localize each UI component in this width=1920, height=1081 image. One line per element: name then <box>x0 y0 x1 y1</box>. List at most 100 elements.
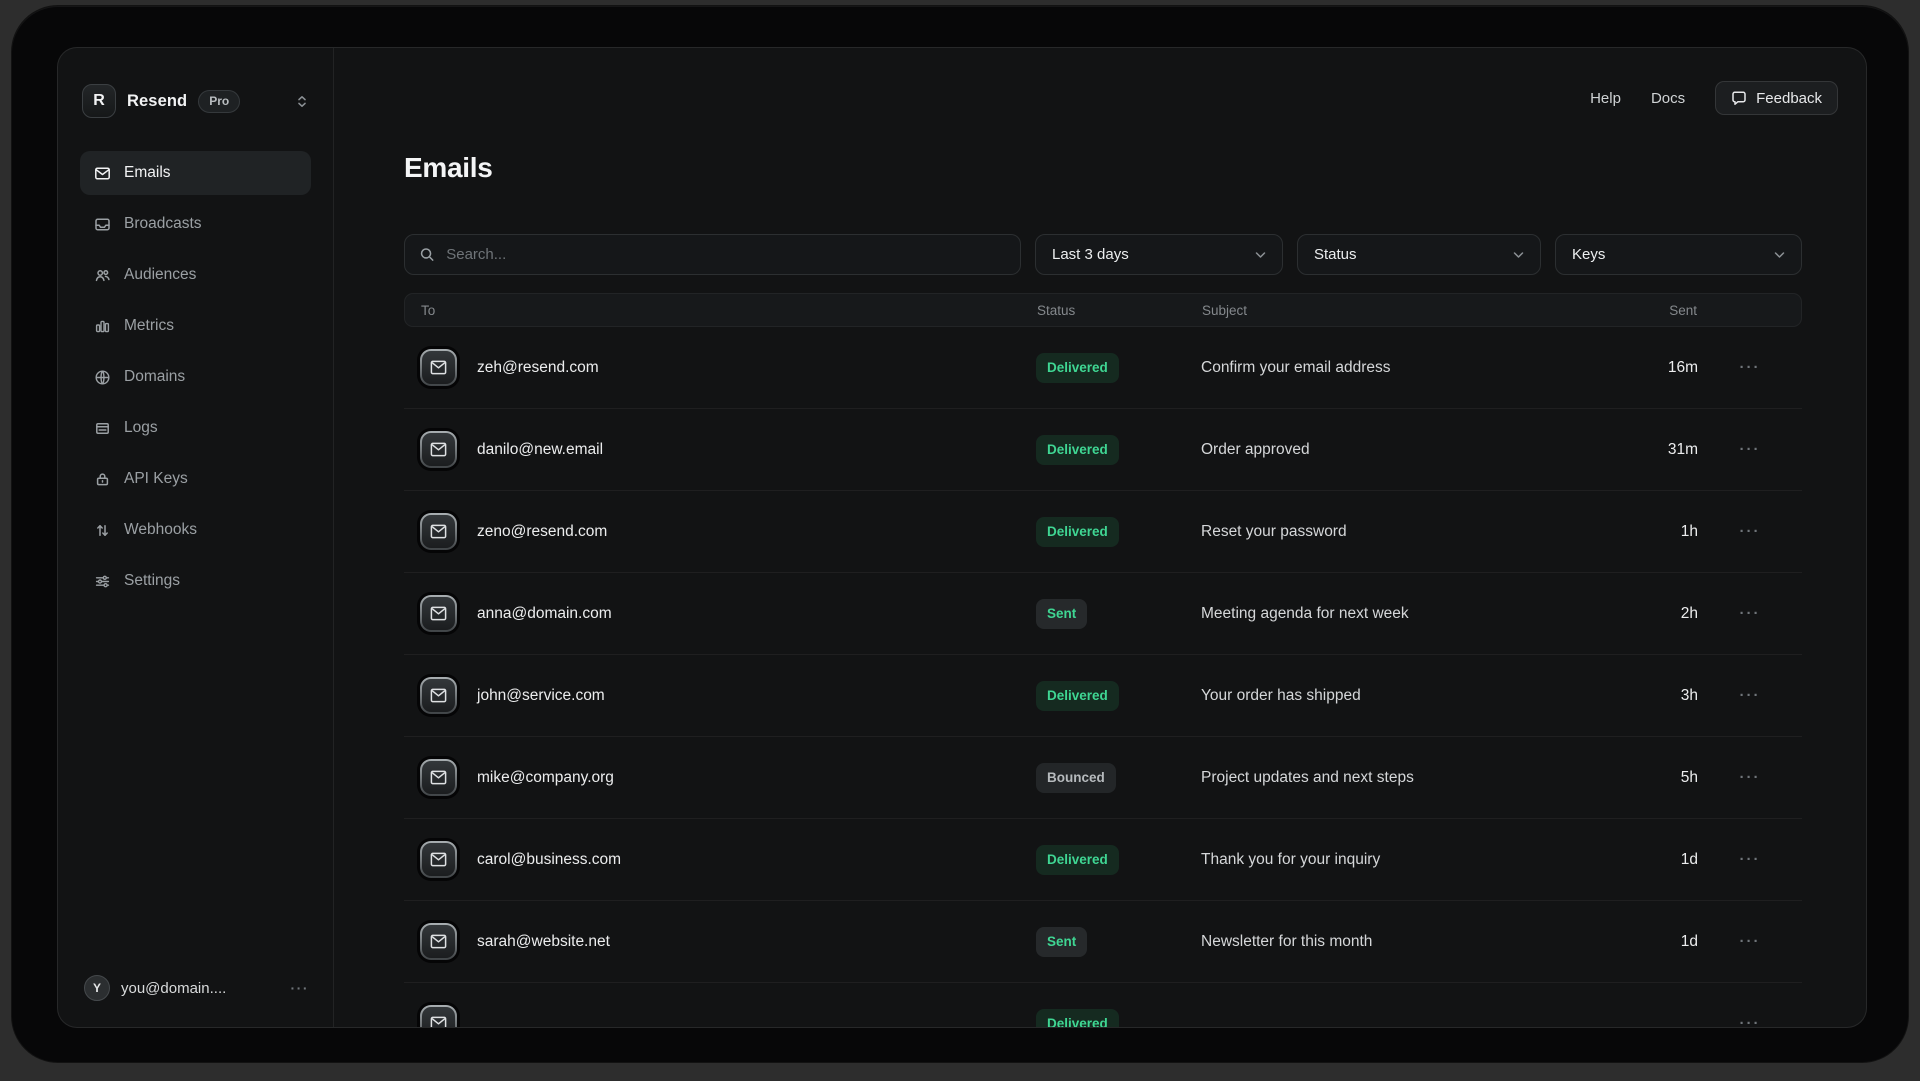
status-dropdown[interactable]: Status <box>1297 234 1541 275</box>
cell-to <box>404 1005 1036 1028</box>
sidebar-item-audiences[interactable]: Audiences <box>80 253 311 297</box>
chevron-up-down-icon[interactable] <box>295 94 309 109</box>
mail-tile-icon <box>420 1005 457 1028</box>
sidebar-item-broadcasts[interactable]: Broadcasts <box>80 202 311 246</box>
avatar-initial: Y <box>93 981 101 995</box>
table-row[interactable]: danilo@new.email Delivered Order approve… <box>404 409 1802 491</box>
cell-to: john@service.com <box>404 677 1036 714</box>
table-row[interactable]: zeh@resend.com Delivered Confirm your em… <box>404 327 1802 409</box>
sent-time: 1h <box>1588 523 1698 541</box>
lock-icon <box>94 471 111 488</box>
sent-time: 1d <box>1588 933 1698 951</box>
chevron-down-icon <box>1774 251 1785 259</box>
bar-chart-icon <box>94 318 111 335</box>
cell-to: anna@domain.com <box>404 595 1036 632</box>
user-menu[interactable]: Y you@domain.... ··· <box>84 975 309 1001</box>
users-icon <box>94 267 111 284</box>
topbar: Help Docs Feedback <box>1590 81 1838 115</box>
sidebar-item-label: Broadcasts <box>124 215 202 233</box>
email-subject: Newsletter for this month <box>1201 933 1588 951</box>
status-badge: Delivered <box>1036 517 1119 547</box>
row-more-icon[interactable]: ··· <box>1698 441 1802 458</box>
email-table-body: zeh@resend.com Delivered Confirm your em… <box>404 327 1802 1028</box>
sent-time: 16m <box>1588 359 1698 377</box>
emails-table: To Status Subject Sent zeh@resend.com De… <box>404 293 1802 1028</box>
mail-tile-icon <box>420 841 457 878</box>
sliders-icon <box>94 573 111 590</box>
table-row[interactable]: carol@business.com Delivered Thank you f… <box>404 819 1802 901</box>
page-title: Emails <box>404 152 1802 184</box>
cell-status: Delivered <box>1036 681 1201 711</box>
row-more-icon[interactable]: ··· <box>1698 523 1802 540</box>
date-range-value: Last 3 days <box>1052 246 1129 263</box>
status-value: Status <box>1314 246 1357 263</box>
row-more-icon[interactable]: ··· <box>1698 359 1802 376</box>
sidebar-item-domains[interactable]: Domains <box>80 355 311 399</box>
row-more-icon[interactable]: ··· <box>1698 687 1802 704</box>
row-more-icon[interactable]: ··· <box>1698 769 1802 786</box>
table-row[interactable]: mike@company.org Bounced Project updates… <box>404 737 1802 819</box>
column-header-sent: Sent <box>1587 303 1697 318</box>
table-row[interactable]: Delivered ··· <box>404 983 1802 1028</box>
mail-tile-icon <box>420 923 457 960</box>
recipient-email: mike@company.org <box>477 769 614 787</box>
search-input-wrapper[interactable] <box>404 234 1021 275</box>
status-badge: Sent <box>1036 599 1087 629</box>
cell-status: Delivered <box>1036 517 1201 547</box>
sent-time: 31m <box>1588 441 1698 459</box>
recipient-email: sarah@website.net <box>477 933 610 951</box>
row-more-icon[interactable]: ··· <box>1698 851 1802 868</box>
cell-to: zeno@resend.com <box>404 513 1036 550</box>
docs-link[interactable]: Docs <box>1651 90 1685 107</box>
cell-status: Sent <box>1036 599 1201 629</box>
recipient-email: danilo@new.email <box>477 441 603 459</box>
globe-icon <box>94 369 111 386</box>
sidebar-item-api-keys[interactable]: API Keys <box>80 457 311 501</box>
cell-to: danilo@new.email <box>404 431 1036 468</box>
cell-status: Sent <box>1036 927 1201 957</box>
help-link[interactable]: Help <box>1590 90 1621 107</box>
date-range-dropdown[interactable]: Last 3 days <box>1035 234 1283 275</box>
sidebar-item-webhooks[interactable]: Webhooks <box>80 508 311 552</box>
status-badge: Delivered <box>1036 681 1119 711</box>
recipient-email: zeno@resend.com <box>477 523 607 541</box>
sidebar-item-settings[interactable]: Settings <box>80 559 311 603</box>
sidebar-item-logs[interactable]: Logs <box>80 406 311 450</box>
recipient-email: john@service.com <box>477 687 605 705</box>
mail-tile-icon <box>420 595 457 632</box>
cell-status: Delivered <box>1036 845 1201 875</box>
table-row[interactable]: anna@domain.com Sent Meeting agenda for … <box>404 573 1802 655</box>
sidebar-item-label: Logs <box>124 419 158 437</box>
cell-status: Bounced <box>1036 763 1201 793</box>
table-row[interactable]: zeno@resend.com Delivered Reset your pas… <box>404 491 1802 573</box>
keys-dropdown[interactable]: Keys <box>1555 234 1802 275</box>
arrows-up-down-icon <box>94 522 111 539</box>
row-more-icon[interactable]: ··· <box>1698 605 1802 622</box>
table-row[interactable]: sarah@website.net Sent Newsletter for th… <box>404 901 1802 983</box>
app-panel: R Resend Pro Emails Broadcasts A <box>57 47 1867 1028</box>
workspace-name: Resend <box>127 92 187 111</box>
mail-tile-icon <box>420 513 457 550</box>
table-row[interactable]: john@service.com Delivered Your order ha… <box>404 655 1802 737</box>
sidebar-item-label: Domains <box>124 368 185 386</box>
email-subject: Confirm your email address <box>1201 359 1588 377</box>
feedback-button[interactable]: Feedback <box>1715 81 1838 115</box>
cell-status: Delivered <box>1036 1009 1201 1029</box>
row-more-icon[interactable]: ··· <box>1698 1015 1802 1028</box>
filter-bar: Last 3 days Status Keys <box>404 234 1802 275</box>
sidebar-spacer <box>58 610 333 975</box>
sidebar-item-label: API Keys <box>124 470 188 488</box>
workspace-switcher[interactable]: R Resend Pro <box>82 84 313 118</box>
sent-time: 3h <box>1588 687 1698 705</box>
row-more-icon[interactable]: ··· <box>1698 933 1802 950</box>
sidebar-item-metrics[interactable]: Metrics <box>80 304 311 348</box>
sidebar-item-emails[interactable]: Emails <box>80 151 311 195</box>
mail-tile-icon <box>420 759 457 796</box>
search-input[interactable] <box>446 246 1006 263</box>
sidebar-nav: Emails Broadcasts Audiences Metrics Doma… <box>58 151 333 610</box>
status-badge: Delivered <box>1036 845 1119 875</box>
search-icon <box>419 246 435 263</box>
sidebar-item-label: Webhooks <box>124 521 197 539</box>
user-more-icon[interactable]: ··· <box>291 980 310 996</box>
status-badge: Delivered <box>1036 1009 1119 1029</box>
